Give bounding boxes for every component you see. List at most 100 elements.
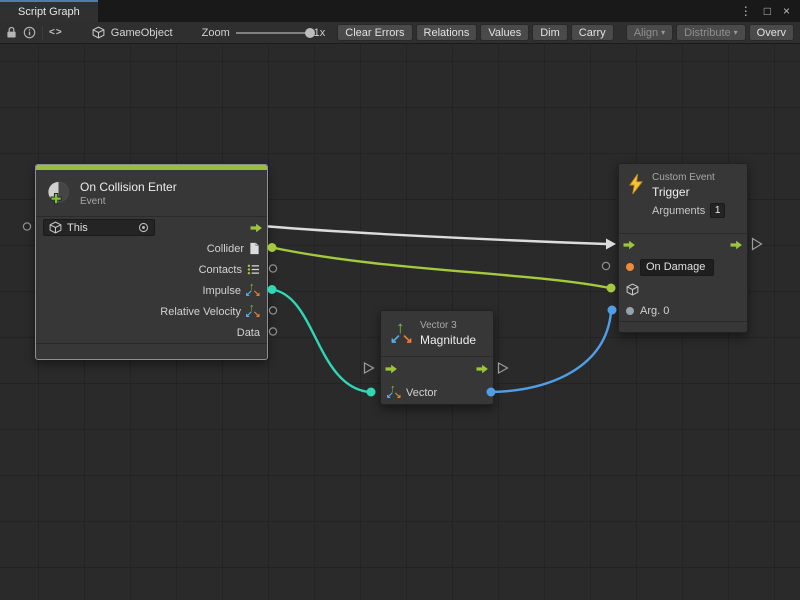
wire-impulse-to-vector[interactable]: [272, 290, 369, 393]
target-gameobject-row: [619, 278, 747, 300]
arg0-input-port[interactable]: [608, 306, 617, 315]
arguments-label: Arguments: [652, 205, 705, 217]
relations-button[interactable]: Relations: [416, 24, 478, 41]
code-view-icon[interactable]: <>: [49, 27, 63, 38]
vector3-icon: ↑↙↘: [390, 322, 412, 346]
arg0-row: Arg. 0: [619, 300, 747, 322]
port-row: Contacts: [36, 259, 267, 280]
clear-errors-button[interactable]: Clear Errors: [337, 24, 412, 41]
port-label-contacts: Contacts: [199, 264, 242, 276]
arguments-row: Arguments 1: [652, 203, 725, 218]
oce-target-input-port[interactable]: [23, 223, 30, 230]
node-header: Custom Event Trigger Arguments 1: [619, 164, 747, 234]
values-button[interactable]: Values: [480, 24, 529, 41]
zoom-slider-track: [236, 32, 308, 34]
graph-toolbar: <> GameObject Zoom 1x Clear Errors Relat…: [0, 22, 800, 44]
contacts-list-icon: [247, 264, 260, 275]
node-header: ↑↙↘ Vector 3 Magnitude: [381, 311, 493, 357]
port-label-impulse: Impulse: [202, 285, 241, 297]
port-label-relative-velocity: Relative Velocity: [160, 306, 241, 318]
arg0-label: Arg. 0: [640, 305, 669, 317]
zoom-label: Zoom: [202, 27, 230, 39]
zoom-slider-knob[interactable]: [305, 28, 315, 38]
flow-out-port[interactable]: [250, 223, 263, 233]
port-row: Data: [36, 322, 267, 343]
port-label-vector: Vector: [406, 387, 437, 399]
port-row: Impulse ↑↙↘: [36, 280, 267, 301]
node-header: On Collision Enter Event: [36, 170, 267, 217]
data-output-port[interactable]: [269, 328, 276, 335]
align-dropdown[interactable]: Align▾: [626, 24, 673, 41]
node-subtitle: Event: [80, 196, 177, 207]
trigger-flow-out-port[interactable]: [753, 239, 762, 250]
tab-label: Script Graph: [18, 6, 80, 18]
chevron-down-icon: ▾: [661, 28, 665, 37]
lock-icon[interactable]: [6, 26, 17, 39]
window-menu-icon[interactable]: ⋮: [740, 4, 752, 18]
overview-button[interactable]: Overv: [749, 24, 794, 41]
node-footer: [619, 321, 747, 332]
gameobject-label: GameObject: [111, 27, 173, 39]
vector-input-port[interactable]: [367, 388, 376, 397]
magnitude-flow-in-port[interactable]: [365, 363, 374, 373]
window-maximize-icon[interactable]: □: [764, 4, 771, 18]
port-label-data: Data: [237, 327, 260, 339]
gameobject-cube-icon: [49, 221, 62, 234]
target-input-port[interactable]: [607, 284, 616, 293]
target-gameobject-field[interactable]: This: [43, 219, 155, 236]
dim-button[interactable]: Dim: [532, 24, 568, 41]
info-icon[interactable]: [23, 26, 36, 39]
zoom-value: 1x: [314, 27, 326, 39]
gameobject-icon: [92, 26, 105, 39]
contacts-output-port[interactable]: [269, 265, 276, 272]
carry-button[interactable]: Carry: [571, 24, 614, 41]
node-group-label: Vector 3: [420, 320, 476, 331]
port-row: Collider: [36, 238, 267, 259]
target-value: This: [67, 222, 133, 234]
wire-flow-arrowhead: [606, 239, 616, 250]
arguments-count-field[interactable]: 1: [710, 203, 725, 218]
collision-event-icon: [45, 180, 72, 207]
wire-magnitude-to-arg0[interactable]: [491, 312, 611, 392]
relative-velocity-output-port[interactable]: [269, 307, 276, 314]
vector-input-row: ↑↙↘ Vector: [381, 381, 493, 405]
toolbar-separator: [42, 26, 43, 39]
collider-doc-icon: [249, 242, 260, 255]
unity-visual-scripting-window: Script Graph ⋮ □ × <> GameObject Zoom 1x…: [0, 0, 800, 600]
node-group-label: Custom Event: [652, 172, 725, 183]
object-picker-icon[interactable]: [138, 222, 149, 233]
window-controls: ⋮ □ ×: [740, 0, 800, 22]
toolbar-buttons: Clear Errors Relations Values Dim Carry: [337, 24, 613, 41]
layout-buttons: Align▾ Distribute▾ Overv: [626, 24, 794, 41]
target-row: This: [36, 217, 267, 238]
custom-event-bolt-icon: [628, 174, 644, 194]
flow-out-port[interactable]: [476, 364, 489, 374]
tab-script-graph[interactable]: Script Graph: [0, 0, 98, 22]
event-name-input-port[interactable]: [602, 262, 609, 269]
wire-collider-to-target[interactable]: [272, 248, 610, 289]
vector3-icon: ↑↙↘: [246, 305, 260, 319]
flow-out-port[interactable]: [730, 240, 743, 250]
node-trigger-custom-event[interactable]: Custom Event Trigger Arguments 1 On Dama…: [618, 163, 748, 333]
node-vector3-magnitude[interactable]: ↑↙↘ Vector 3 Magnitude ↑↙↘ Vector: [380, 310, 494, 405]
impulse-output-port[interactable]: [268, 285, 277, 294]
window-close-icon[interactable]: ×: [783, 4, 790, 18]
node-title: On Collision Enter: [80, 180, 177, 194]
node-on-collision-enter[interactable]: On Collision Enter Event This Collider C…: [35, 164, 268, 360]
collider-output-port[interactable]: [268, 243, 277, 252]
magnitude-flow-out-port[interactable]: [499, 363, 508, 373]
event-name-row: On Damage: [619, 256, 747, 278]
zoom-slider[interactable]: [236, 26, 308, 40]
node-title: Magnitude: [420, 333, 476, 347]
arg0-port[interactable]: [626, 307, 634, 315]
flow-in-port[interactable]: [623, 240, 636, 250]
gameobject-cube-icon[interactable]: [626, 283, 639, 296]
wire-flow-connection[interactable]: [269, 227, 606, 245]
distribute-dropdown[interactable]: Distribute▾: [676, 24, 745, 41]
vector3-icon: ↑↙↘: [387, 386, 401, 400]
event-name-port[interactable]: [626, 263, 634, 271]
flow-in-port[interactable]: [385, 364, 398, 374]
chevron-down-icon: ▾: [734, 28, 738, 37]
event-name-field[interactable]: On Damage: [640, 259, 714, 276]
graph-canvas[interactable]: On Collision Enter Event This Collider C…: [0, 44, 800, 600]
